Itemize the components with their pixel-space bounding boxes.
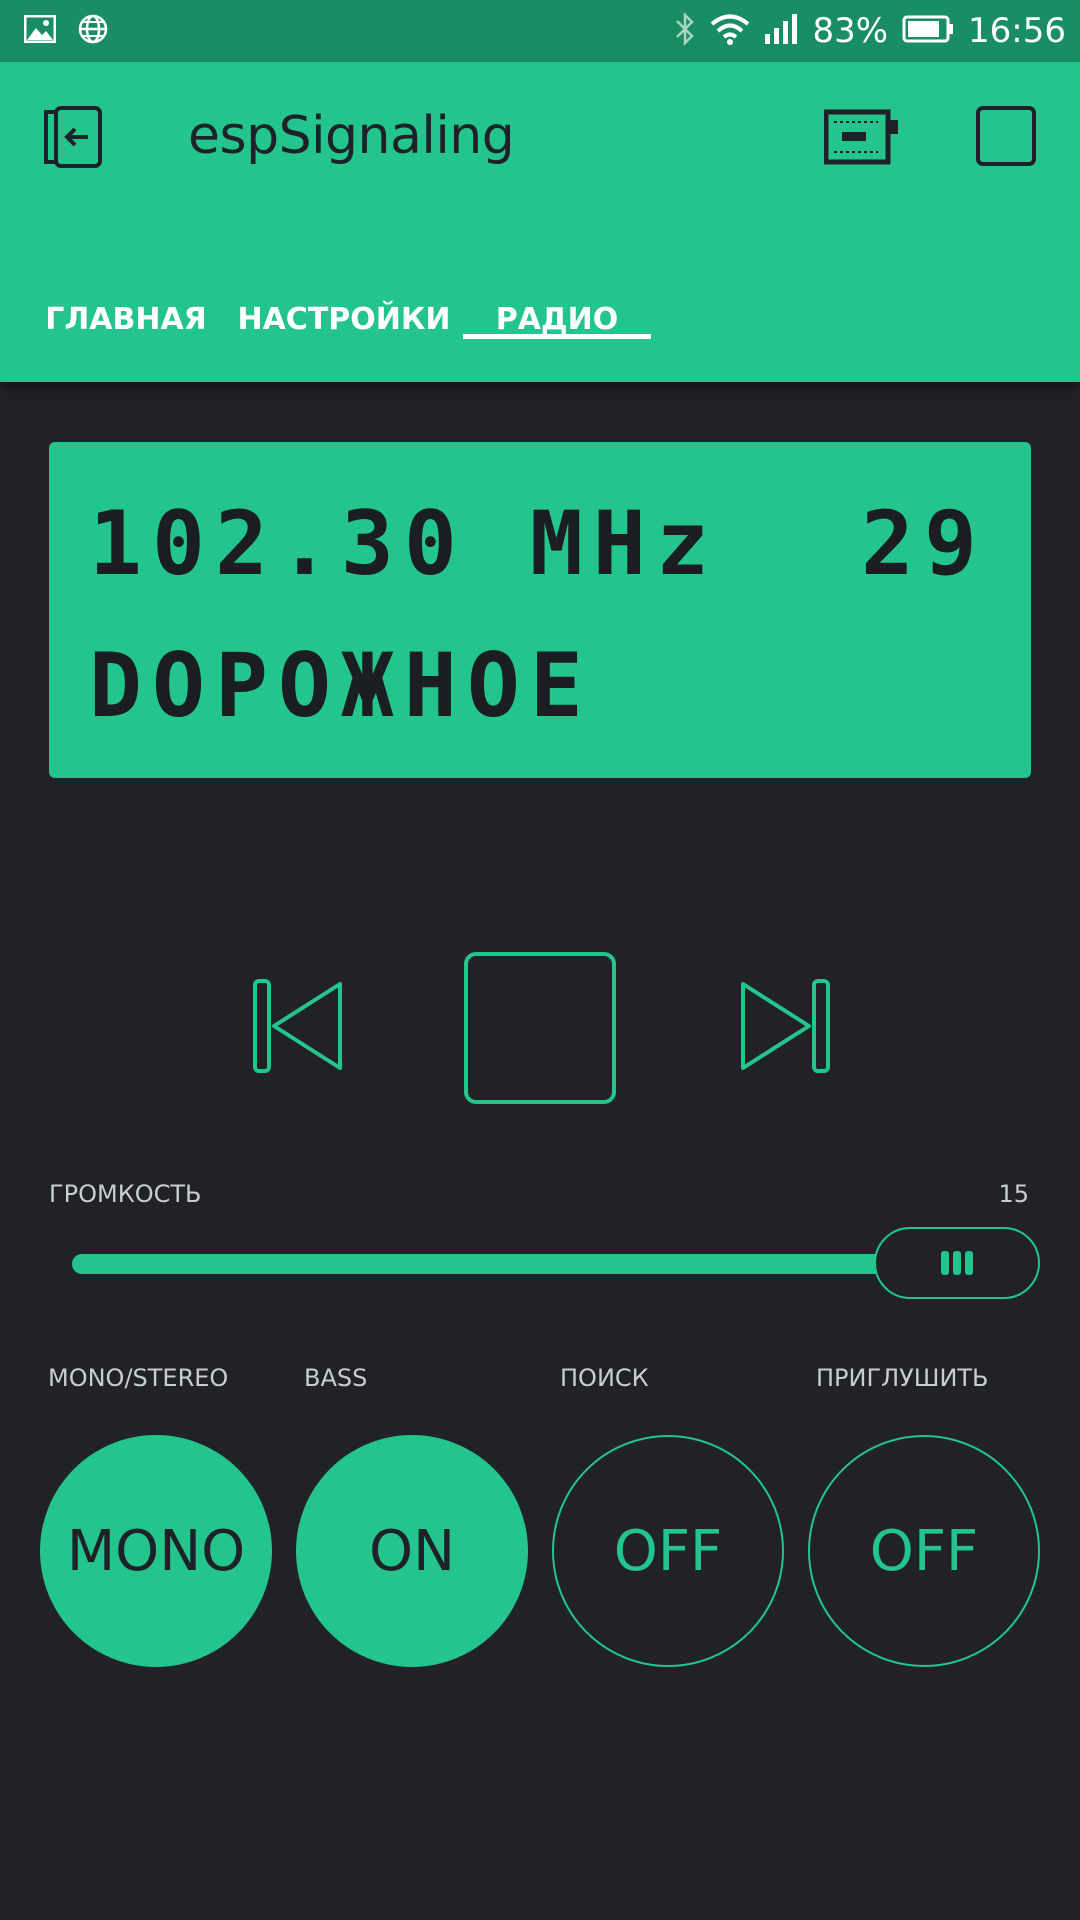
- bluetooth-icon: [674, 11, 696, 50]
- bass-button[interactable]: ON: [296, 1435, 528, 1667]
- search-label: ПОИСК: [560, 1364, 649, 1392]
- stop-square-icon[interactable]: [976, 106, 1036, 170]
- volume-value: 15: [998, 1180, 1029, 1208]
- next-track-icon[interactable]: [735, 978, 831, 1078]
- mute-button[interactable]: OFF: [808, 1435, 1040, 1667]
- lcd-signal-level: 29: [861, 492, 987, 595]
- image-notification-icon: [23, 14, 57, 47]
- globe-icon: [78, 14, 108, 48]
- tab-bar: ГЛАВНАЯ НАСТРОЙКИ РАДИО: [0, 264, 1080, 382]
- mono-stereo-label: MONO/STEREO: [48, 1364, 229, 1392]
- battery-percent: 83%: [812, 11, 889, 51]
- bass-label: BASS: [304, 1364, 368, 1392]
- mute-label: ПРИГЛУШИТЬ: [816, 1364, 989, 1392]
- search-button[interactable]: OFF: [552, 1435, 784, 1667]
- previous-track-icon[interactable]: [252, 978, 348, 1078]
- clock: 16:56: [968, 11, 1066, 51]
- back-icon[interactable]: [42, 106, 106, 172]
- app-title: espSignaling: [188, 106, 515, 166]
- tab-radio[interactable]: РАДИО: [463, 264, 651, 374]
- volume-slider-handle[interactable]: [874, 1227, 1040, 1299]
- stop-icon[interactable]: [464, 952, 616, 1108]
- battery-icon: [902, 15, 954, 47]
- lcd-frequency: 102.30 MHz: [89, 492, 719, 595]
- device-board-icon[interactable]: [823, 108, 900, 170]
- tab-settings[interactable]: НАСТРОЙКИ: [237, 264, 450, 374]
- volume-slider-track[interactable]: [72, 1254, 912, 1274]
- mono-stereo-button[interactable]: MONO: [40, 1435, 272, 1667]
- active-tab-indicator: [463, 334, 651, 339]
- wifi-icon: [710, 13, 750, 49]
- lcd-display: 102.30 MHz 29 DOPOЖHOE: [49, 442, 1031, 778]
- grip-icon: [941, 1251, 973, 1275]
- volume-label: ГРОМКОСТЬ: [49, 1180, 202, 1208]
- lcd-station-name: DOPOЖHOE: [89, 634, 593, 737]
- status-bar: 83% 16:56: [0, 0, 1080, 62]
- signal-icon: [764, 14, 798, 48]
- tab-main[interactable]: ГЛАВНАЯ: [44, 264, 208, 374]
